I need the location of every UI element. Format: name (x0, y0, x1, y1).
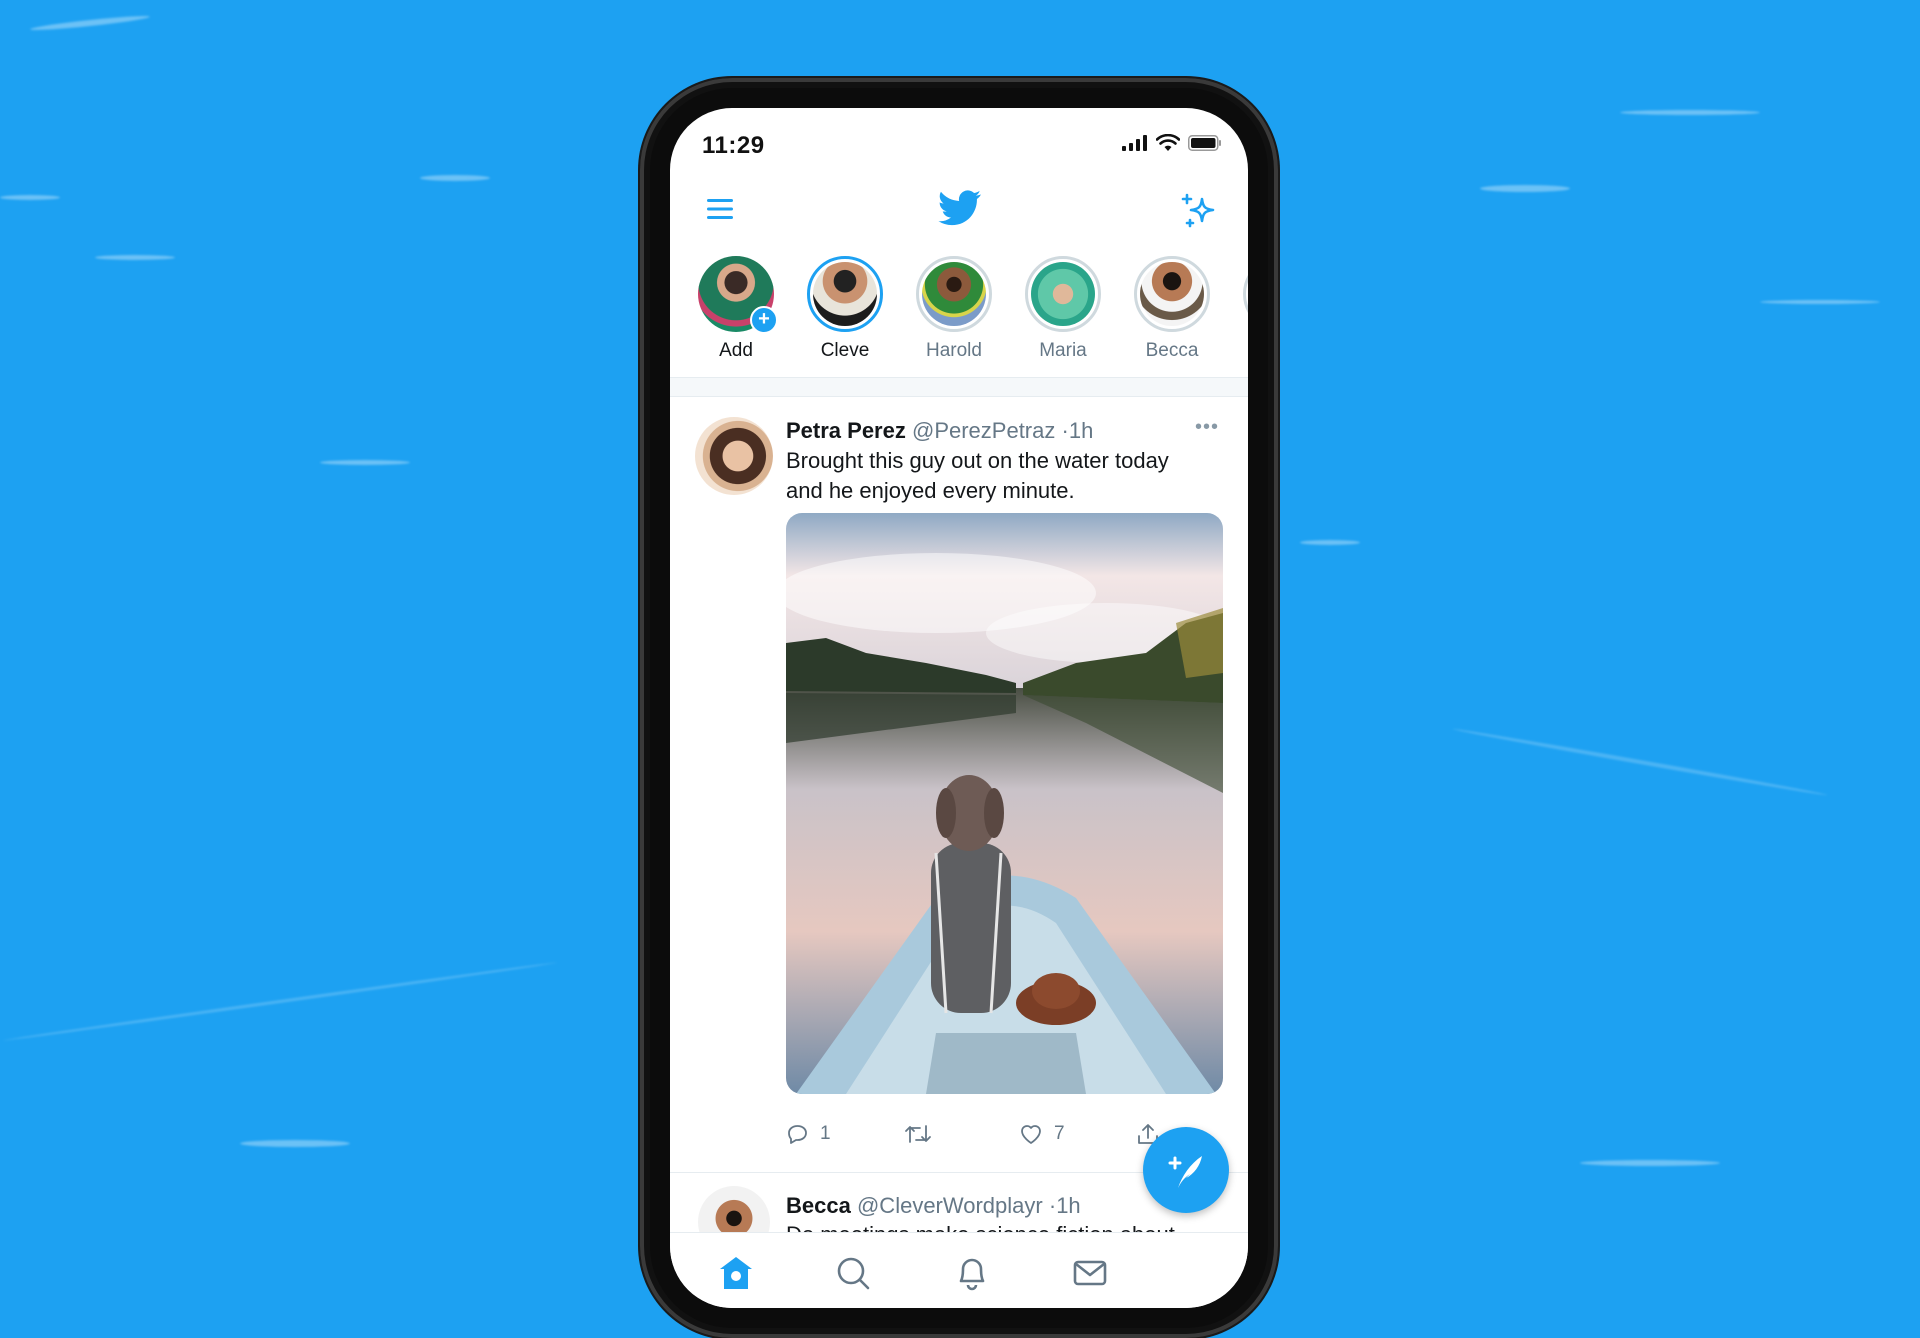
bg-streak (1620, 110, 1760, 115)
sparkle-icon (1181, 193, 1215, 228)
retweet-icon (905, 1125, 931, 1143)
section-divider (670, 377, 1248, 397)
tweet-header: Petra Perez @PerezPetraz ·1h (786, 418, 1093, 444)
avatar-image (813, 262, 877, 326)
story-label: Harold (926, 340, 982, 361)
story-avatar (1134, 256, 1210, 332)
tweet-more-button[interactable]: ••• (1195, 416, 1219, 439)
story-add[interactable]: + Add (686, 256, 786, 362)
bg-streak (1480, 185, 1570, 192)
cellular-signal-icon (1122, 135, 1147, 151)
bg-streak (2, 961, 558, 1042)
bg-streak (420, 175, 490, 181)
status-icons (1122, 134, 1222, 152)
wifi-icon (1156, 134, 1180, 151)
lake-dog-photo (786, 513, 1223, 1094)
mail-icon (1073, 1260, 1107, 1286)
search-icon (837, 1257, 870, 1290)
story-avatar (807, 256, 883, 332)
tweet-author-handle[interactable]: @PerezPetraz (912, 418, 1055, 443)
like-button[interactable]: 7 (1018, 1122, 1065, 1146)
nav-messages[interactable] (1070, 1253, 1110, 1293)
nav-search[interactable] (833, 1253, 873, 1293)
top-tweets-button[interactable] (1180, 190, 1220, 235)
home-icon (720, 1257, 752, 1289)
tweet-time: 1h (1056, 1193, 1081, 1218)
story-label: Add (719, 340, 753, 361)
story-cleve[interactable]: Cleve (795, 256, 895, 362)
avatar-image (922, 262, 986, 326)
twitter-bird-logo (938, 190, 981, 226)
reply-icon (788, 1125, 807, 1144)
battery-icon (1188, 135, 1221, 151)
bg-streak (320, 460, 410, 465)
bg-streak (30, 13, 150, 33)
story-avatar (1243, 256, 1248, 332)
tweet-author-name[interactable]: Petra Perez (786, 418, 906, 443)
bg-streak (1452, 727, 1828, 797)
avatar-image (1140, 262, 1204, 326)
phone-screen: 11:29 + Add Cleve Harold Maria Becca Pet… (670, 108, 1248, 1308)
story-maria[interactable]: Maria (1013, 256, 1113, 362)
like-count: 7 (1054, 1123, 1065, 1144)
heart-icon (1021, 1125, 1041, 1144)
reply-count: 1 (820, 1123, 831, 1144)
bell-icon (959, 1258, 985, 1291)
story-becca[interactable]: Becca (1122, 256, 1222, 362)
nav-home[interactable] (716, 1253, 756, 1293)
bg-streak (95, 255, 175, 260)
status-time: 11:29 (702, 132, 765, 159)
story-label: Becca (1145, 340, 1199, 361)
story-avatar: + (698, 256, 778, 334)
reply-button[interactable]: 1 (786, 1122, 831, 1146)
bg-streak (1760, 300, 1880, 304)
story-harold[interactable]: Harold (904, 256, 1004, 362)
tweet-separator: · (1061, 418, 1069, 443)
story-label: Cleve (820, 340, 870, 361)
bg-streak (1300, 540, 1360, 545)
twitter-logo[interactable] (938, 190, 982, 231)
bg-streak (0, 195, 60, 200)
tweet-text-line: and he enjoyed every minute. (786, 478, 1075, 503)
tweet-text: Brought this guy out on the water today … (786, 446, 1226, 506)
add-story-plus-icon: + (750, 306, 778, 334)
compose-tweet-button[interactable] (1143, 1127, 1229, 1213)
bg-streak (240, 1140, 350, 1147)
tweet-time: 1h (1068, 418, 1094, 443)
tweet-header: Becca @CleverWordplayr ·1h (786, 1193, 1081, 1219)
story-label: Maria (1039, 340, 1087, 361)
story-avatar (916, 256, 992, 332)
nav-notifications[interactable] (952, 1253, 992, 1293)
compose-tweet-icon (1168, 1156, 1202, 1188)
avatar-image (1031, 262, 1095, 326)
tweet-media-image[interactable] (786, 513, 1223, 1094)
story-partial[interactable] (1231, 256, 1248, 332)
retweet-button[interactable] (904, 1122, 942, 1146)
tweet-author-name[interactable]: Becca (786, 1193, 851, 1218)
bottom-navigation (670, 1232, 1248, 1308)
menu-button[interactable] (707, 198, 733, 225)
story-avatar (1025, 256, 1101, 332)
bg-streak (1580, 1160, 1720, 1166)
fleets-row: + Add Cleve Harold Maria Becca (670, 256, 1248, 376)
tweet-avatar[interactable] (695, 417, 773, 495)
tweet-text-line: Brought this guy out on the water today (786, 448, 1169, 473)
tweet-author-handle[interactable]: @CleverWordplayr (857, 1193, 1043, 1218)
hamburger-menu-icon (707, 199, 733, 219)
